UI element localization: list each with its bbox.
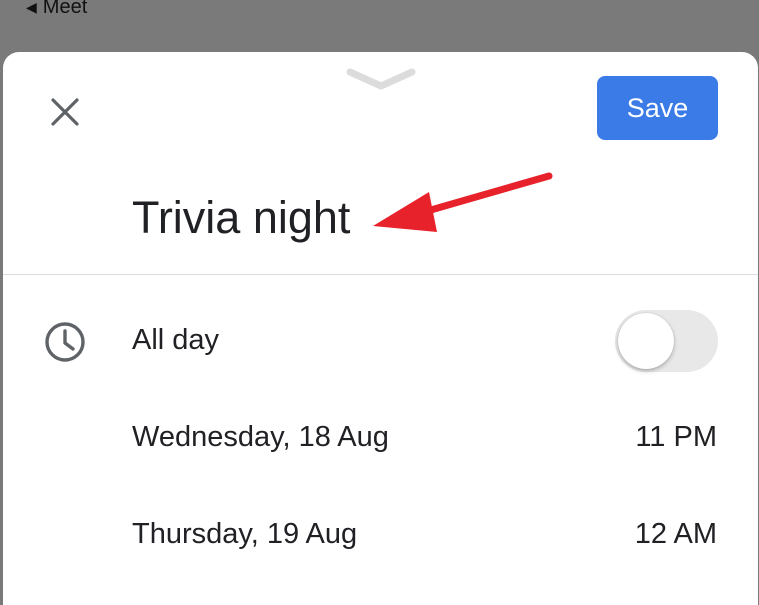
event-editor-sheet: Save Trivia night All day Wednesday, 18 … [3,52,758,605]
toggle-knob [618,313,674,369]
annotation-arrow [373,172,553,232]
all-day-label: All day [132,324,220,356]
status-bar: ◀ Meet [0,0,759,52]
all-day-toggle[interactable] [615,310,718,372]
back-to-app-link[interactable]: ◀ Meet [26,0,87,19]
back-triangle-icon: ◀ [26,0,37,15]
divider [3,274,758,275]
event-title-input[interactable]: Trivia night [132,192,350,244]
collapse-chevron-icon[interactable] [346,68,416,92]
clock-icon [45,322,85,362]
close-icon[interactable] [47,94,83,130]
start-date[interactable]: Wednesday, 18 Aug [132,421,389,454]
save-button[interactable]: Save [597,76,718,140]
end-date[interactable]: Thursday, 19 Aug [132,518,357,551]
start-time[interactable]: 11 PM [635,421,717,454]
back-app-label: Meet [42,0,88,18]
end-time[interactable]: 12 AM [635,518,717,551]
